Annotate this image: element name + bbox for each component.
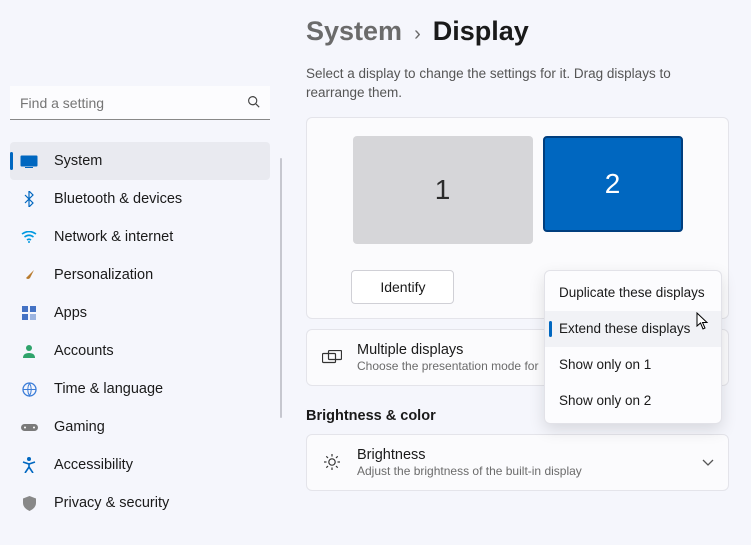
multiple-displays-icon	[321, 346, 343, 368]
sidebar-item-label: Bluetooth & devices	[54, 191, 182, 207]
bluetooth-icon	[18, 188, 40, 210]
person-icon	[18, 340, 40, 362]
breadcrumb: System › Display	[306, 16, 729, 47]
menu-item-extend[interactable]: Extend these displays	[545, 311, 721, 347]
sun-icon	[321, 451, 343, 473]
sidebar-item-apps[interactable]: Apps	[10, 294, 270, 332]
sidebar-item-label: Gaming	[54, 419, 105, 435]
nav-list: System Bluetooth & devices Network & int…	[10, 142, 270, 522]
globe-clock-icon	[18, 378, 40, 400]
accessibility-icon	[18, 454, 40, 476]
wifi-icon	[18, 226, 40, 248]
search-input[interactable]	[10, 86, 270, 120]
menu-item-only2[interactable]: Show only on 2	[545, 383, 721, 419]
sidebar-item-label: Accessibility	[54, 457, 133, 473]
shield-icon	[18, 492, 40, 514]
gamepad-icon	[18, 416, 40, 438]
display-arrange-panel: 1 2 Identify Extend these displays Dupli…	[306, 117, 729, 319]
main-content: System › Display Select a display to cha…	[280, 0, 751, 545]
brush-icon	[18, 264, 40, 286]
sidebar-item-label: Network & internet	[54, 229, 173, 245]
settings-sidebar: System Bluetooth & devices Network & int…	[0, 0, 280, 545]
chevron-down-icon	[702, 454, 714, 470]
sidebar-item-bluetooth[interactable]: Bluetooth & devices	[10, 180, 270, 218]
row-text: Brightness Adjust the brightness of the …	[357, 447, 688, 478]
displays-row: 1 2	[327, 136, 708, 244]
row-title: Brightness	[357, 447, 688, 463]
display-mode-menu: Duplicate these displays Extend these di…	[544, 270, 722, 424]
search-wrap	[10, 86, 270, 120]
menu-item-duplicate[interactable]: Duplicate these displays	[545, 275, 721, 311]
sidebar-item-label: Time & language	[54, 381, 163, 397]
sidebar-item-label: Personalization	[54, 267, 153, 283]
sidebar-item-network[interactable]: Network & internet	[10, 218, 270, 256]
sidebar-item-accessibility[interactable]: Accessibility	[10, 446, 270, 484]
scrollbar-track[interactable]	[280, 158, 282, 418]
system-icon	[18, 150, 40, 172]
page-subtitle: Select a display to change the settings …	[306, 65, 729, 103]
row-sub: Adjust the brightness of the built-in di…	[357, 464, 688, 478]
search-icon	[247, 95, 260, 111]
row-brightness[interactable]: Brightness Adjust the brightness of the …	[306, 434, 729, 491]
sidebar-item-label: System	[54, 153, 102, 169]
display-2-box[interactable]: 2	[543, 136, 683, 232]
breadcrumb-parent[interactable]: System	[306, 16, 402, 47]
sidebar-item-gaming[interactable]: Gaming	[10, 408, 270, 446]
sidebar-item-privacy[interactable]: Privacy & security	[10, 484, 270, 522]
menu-item-only1[interactable]: Show only on 1	[545, 347, 721, 383]
sidebar-item-time[interactable]: Time & language	[10, 370, 270, 408]
sidebar-item-label: Privacy & security	[54, 495, 169, 511]
sidebar-item-personalization[interactable]: Personalization	[10, 256, 270, 294]
identify-button[interactable]: Identify	[351, 270, 454, 304]
sidebar-item-label: Apps	[54, 305, 87, 321]
chevron-right-icon: ›	[414, 23, 421, 46]
sidebar-item-label: Accounts	[54, 343, 114, 359]
display-1-box[interactable]: 1	[353, 136, 533, 244]
sidebar-item-system[interactable]: System	[10, 142, 270, 180]
sidebar-item-accounts[interactable]: Accounts	[10, 332, 270, 370]
apps-icon	[18, 302, 40, 324]
page-title: Display	[433, 16, 529, 47]
